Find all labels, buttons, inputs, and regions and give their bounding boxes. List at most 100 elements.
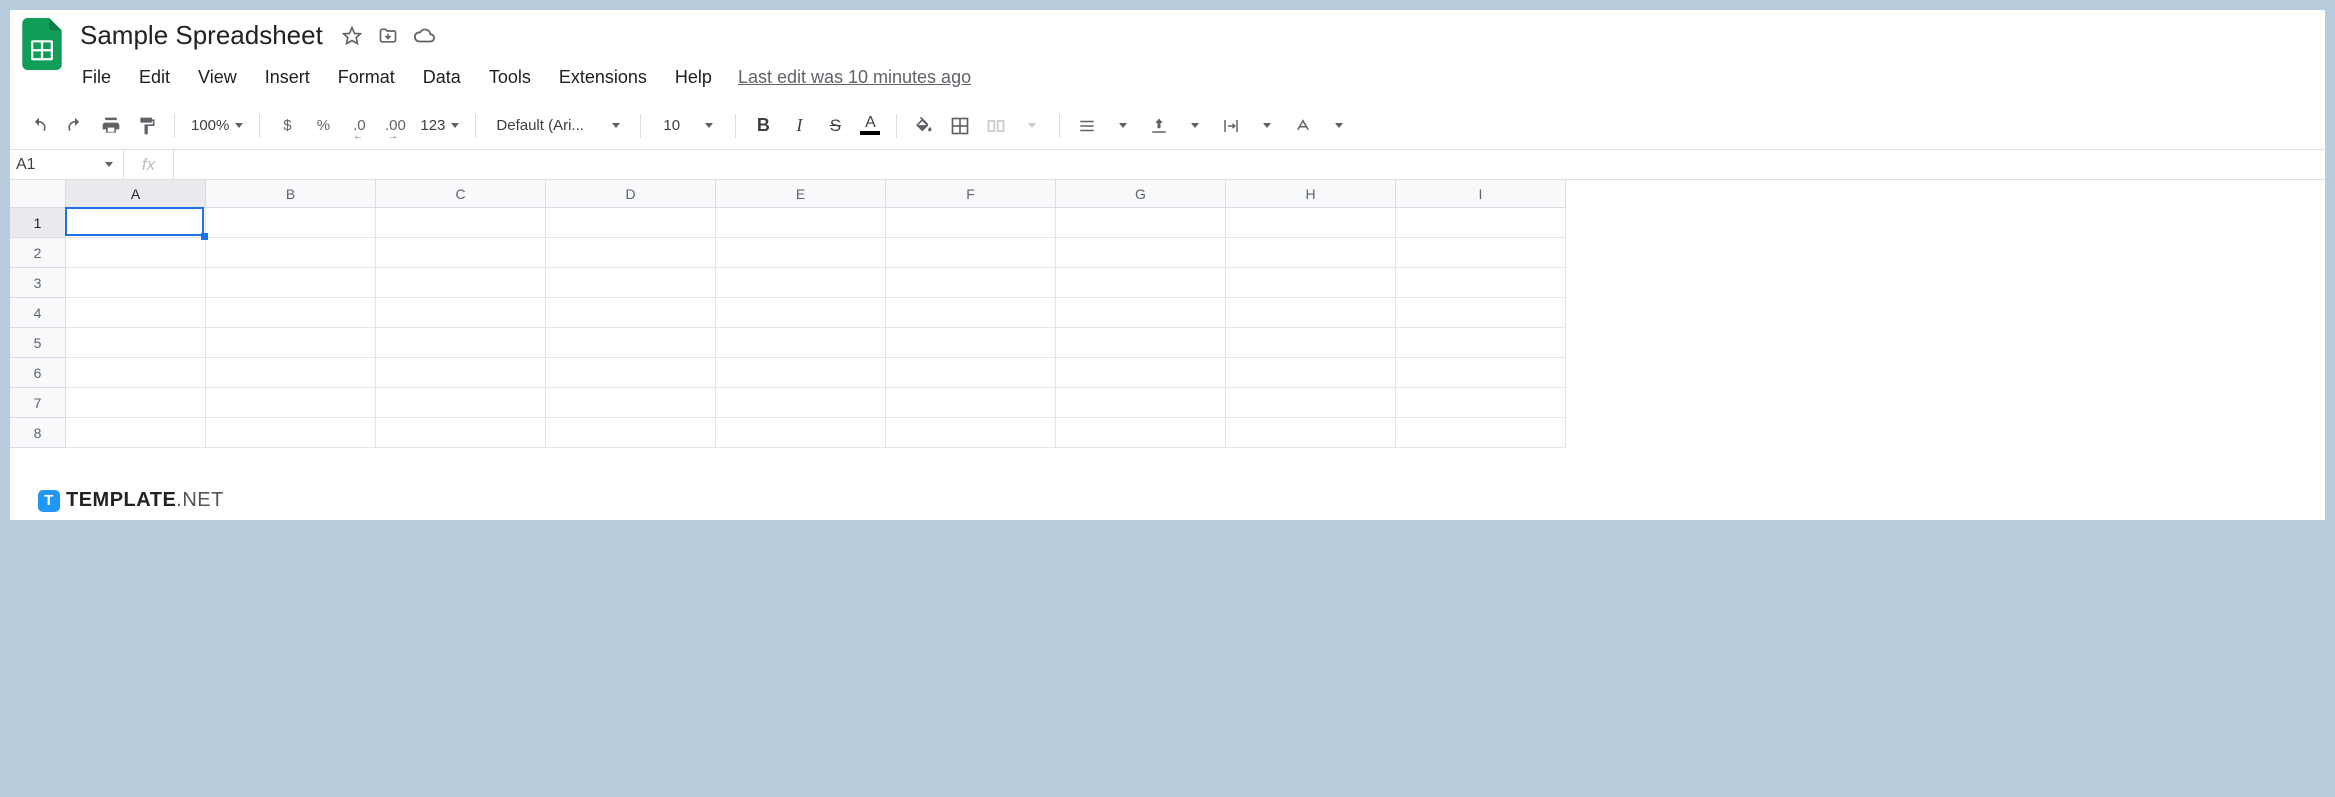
column-header-I[interactable]: I <box>1396 180 1566 208</box>
redo-button[interactable] <box>60 111 90 141</box>
cell-G4[interactable] <box>1056 298 1226 328</box>
fill-color-button[interactable] <box>909 111 939 141</box>
row-header-8[interactable]: 8 <box>10 418 66 448</box>
merge-cells-button[interactable] <box>981 111 1011 141</box>
cell-A2[interactable] <box>66 238 206 268</box>
cell-A6[interactable] <box>66 358 206 388</box>
cell-F2[interactable] <box>886 238 1056 268</box>
row-header-4[interactable]: 4 <box>10 298 66 328</box>
percent-button[interactable]: % <box>308 111 338 141</box>
cell-B5[interactable] <box>206 328 376 358</box>
menu-help[interactable]: Help <box>673 63 714 92</box>
cell-C1[interactable] <box>376 208 546 238</box>
column-header-A[interactable]: A <box>66 180 206 208</box>
text-rotation-button[interactable] <box>1288 111 1318 141</box>
cell-H6[interactable] <box>1226 358 1396 388</box>
row-header-6[interactable]: 6 <box>10 358 66 388</box>
column-header-G[interactable]: G <box>1056 180 1226 208</box>
cell-H7[interactable] <box>1226 388 1396 418</box>
cell-E6[interactable] <box>716 358 886 388</box>
text-wrap-button[interactable] <box>1216 111 1246 141</box>
cell-C5[interactable] <box>376 328 546 358</box>
cell-C8[interactable] <box>376 418 546 448</box>
cell-B3[interactable] <box>206 268 376 298</box>
cell-C6[interactable] <box>376 358 546 388</box>
cell-A3[interactable] <box>66 268 206 298</box>
cell-E5[interactable] <box>716 328 886 358</box>
zoom-select[interactable]: 100% <box>187 117 247 134</box>
print-button[interactable] <box>96 111 126 141</box>
cell-I3[interactable] <box>1396 268 1566 298</box>
cell-B8[interactable] <box>206 418 376 448</box>
cell-F5[interactable] <box>886 328 1056 358</box>
undo-button[interactable] <box>24 111 54 141</box>
cell-G8[interactable] <box>1056 418 1226 448</box>
cell-F3[interactable] <box>886 268 1056 298</box>
cell-A4[interactable] <box>66 298 206 328</box>
cell-D6[interactable] <box>546 358 716 388</box>
cell-E8[interactable] <box>716 418 886 448</box>
borders-button[interactable] <box>945 111 975 141</box>
sheets-logo[interactable] <box>22 18 62 70</box>
cell-E7[interactable] <box>716 388 886 418</box>
row-header-2[interactable]: 2 <box>10 238 66 268</box>
row-header-3[interactable]: 3 <box>10 268 66 298</box>
decrease-decimal-button[interactable]: .0← <box>344 111 374 141</box>
cell-G5[interactable] <box>1056 328 1226 358</box>
vertical-align-button[interactable] <box>1144 111 1174 141</box>
cell-C2[interactable] <box>376 238 546 268</box>
column-header-C[interactable]: C <box>376 180 546 208</box>
cell-H5[interactable] <box>1226 328 1396 358</box>
cell-E2[interactable] <box>716 238 886 268</box>
cell-G1[interactable] <box>1056 208 1226 238</box>
cell-C7[interactable] <box>376 388 546 418</box>
horizontal-align-caret[interactable] <box>1108 111 1138 141</box>
font-size-select[interactable]: 10 <box>653 117 723 134</box>
cell-E1[interactable] <box>716 208 886 238</box>
menu-format[interactable]: Format <box>336 63 397 92</box>
cell-G6[interactable] <box>1056 358 1226 388</box>
cell-D7[interactable] <box>546 388 716 418</box>
column-header-D[interactable]: D <box>546 180 716 208</box>
text-color-button[interactable]: A <box>856 116 884 135</box>
row-header-5[interactable]: 5 <box>10 328 66 358</box>
cell-B1[interactable] <box>206 208 376 238</box>
cell-A1[interactable] <box>66 208 206 238</box>
paint-format-button[interactable] <box>132 111 162 141</box>
column-header-B[interactable]: B <box>206 180 376 208</box>
cell-E3[interactable] <box>716 268 886 298</box>
cell-I1[interactable] <box>1396 208 1566 238</box>
cell-B4[interactable] <box>206 298 376 328</box>
cell-A7[interactable] <box>66 388 206 418</box>
last-edit-link[interactable]: Last edit was 10 minutes ago <box>738 67 971 88</box>
cell-A5[interactable] <box>66 328 206 358</box>
increase-decimal-button[interactable]: .00→ <box>380 111 410 141</box>
cell-A8[interactable] <box>66 418 206 448</box>
name-box[interactable]: A1 <box>10 150 124 179</box>
vertical-align-caret[interactable] <box>1180 111 1210 141</box>
strikethrough-button[interactable]: S <box>820 111 850 141</box>
cell-I2[interactable] <box>1396 238 1566 268</box>
cell-D2[interactable] <box>546 238 716 268</box>
cell-F1[interactable] <box>886 208 1056 238</box>
menu-tools[interactable]: Tools <box>487 63 533 92</box>
horizontal-align-button[interactable] <box>1072 111 1102 141</box>
italic-button[interactable]: I <box>784 111 814 141</box>
cell-B6[interactable] <box>206 358 376 388</box>
cell-H8[interactable] <box>1226 418 1396 448</box>
text-rotation-caret[interactable] <box>1324 111 1354 141</box>
menu-data[interactable]: Data <box>421 63 463 92</box>
cell-D8[interactable] <box>546 418 716 448</box>
star-icon[interactable] <box>341 25 363 47</box>
cell-I4[interactable] <box>1396 298 1566 328</box>
row-header-1[interactable]: 1 <box>10 208 66 238</box>
text-wrap-caret[interactable] <box>1252 111 1282 141</box>
cell-C3[interactable] <box>376 268 546 298</box>
cloud-status-icon[interactable] <box>413 25 435 47</box>
cell-H3[interactable] <box>1226 268 1396 298</box>
cell-I7[interactable] <box>1396 388 1566 418</box>
cell-F4[interactable] <box>886 298 1056 328</box>
cell-I6[interactable] <box>1396 358 1566 388</box>
column-header-E[interactable]: E <box>716 180 886 208</box>
cell-E4[interactable] <box>716 298 886 328</box>
